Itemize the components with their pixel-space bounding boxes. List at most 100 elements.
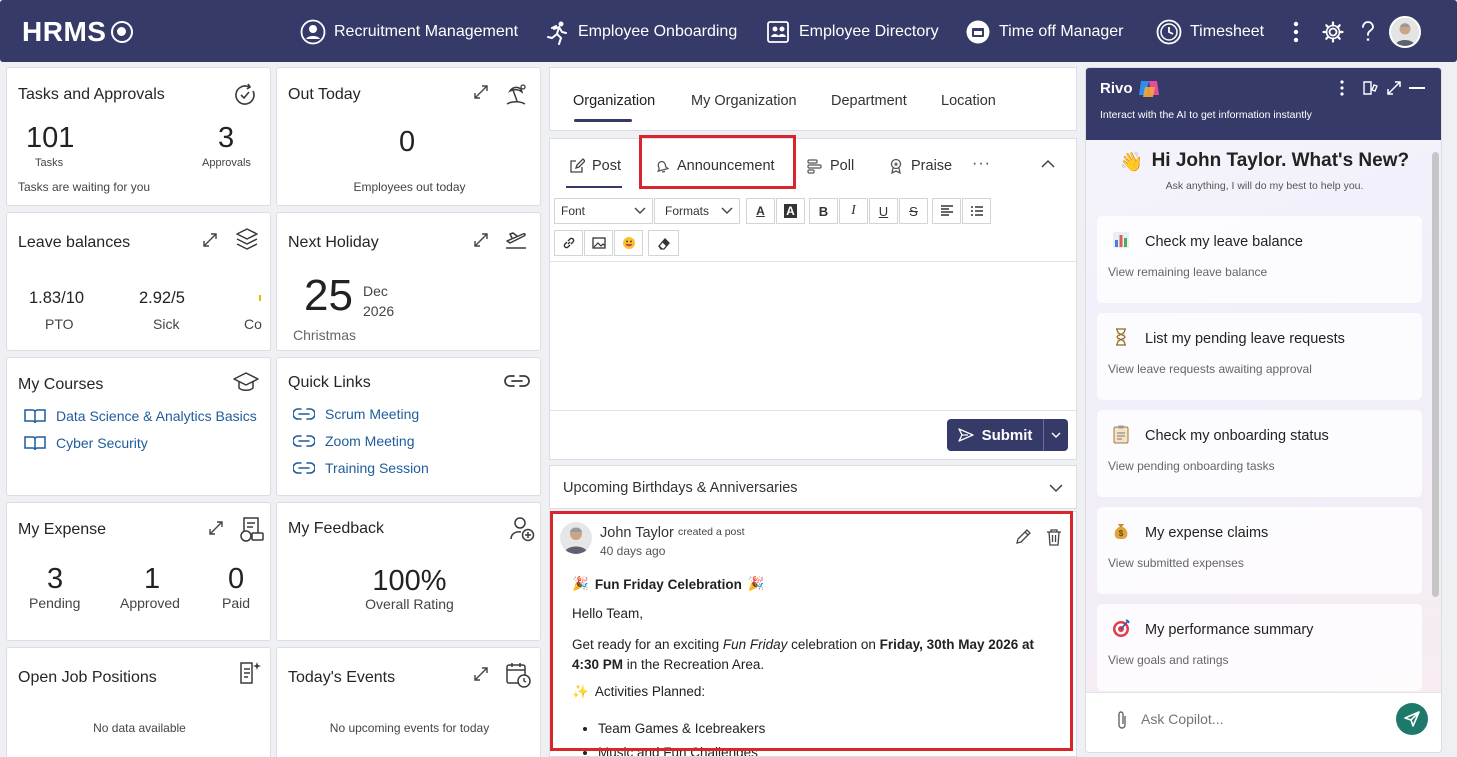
italic-button[interactable]: I [839, 198, 868, 224]
check-refresh-icon[interactable] [232, 82, 258, 108]
composer-tab-post[interactable]: Post [569, 158, 621, 174]
nav-employee-onboarding[interactable]: Employee Onboarding [544, 17, 737, 47]
tab-department[interactable]: Department [831, 93, 907, 109]
quick-link-1[interactable]: Zoom Meeting [293, 433, 414, 449]
formats-select-label: Formats [665, 204, 710, 218]
composer-tab-label: Announcement [677, 158, 775, 174]
expand-icon[interactable] [202, 232, 220, 250]
card-title: My Feedback [288, 520, 385, 537]
insert-image-button[interactable] [584, 230, 613, 256]
composer-tab-poll[interactable]: Poll [807, 158, 854, 174]
out-today-label: Employees out today [353, 180, 466, 194]
list-button[interactable] [962, 198, 991, 224]
expand-icon[interactable] [473, 232, 491, 250]
copilot-input[interactable] [1141, 707, 1381, 731]
layers-icon [234, 226, 260, 252]
gear-icon[interactable] [1321, 20, 1345, 44]
help-icon[interactable] [1356, 20, 1380, 44]
paperclip-icon[interactable] [1116, 710, 1128, 730]
quick-link-label: Training Session [325, 460, 429, 476]
underline-button[interactable]: U [869, 198, 898, 224]
quick-link-2[interactable]: Training Session [293, 460, 429, 476]
course-link-0[interactable]: Data Science & Analytics Basics [24, 408, 257, 424]
send-button[interactable] [1396, 703, 1428, 735]
tab-location[interactable]: Location [941, 93, 996, 109]
nav-time-off-manager[interactable]: Time off Manager [965, 17, 1124, 47]
suggestion-card-leave-balance[interactable]: Check my leave balance View remaining le… [1097, 216, 1422, 303]
chevron-down-icon[interactable] [1044, 432, 1068, 438]
bold-button[interactable]: B [809, 198, 838, 224]
expand-icon[interactable] [473, 84, 491, 102]
nav-label: Employee Onboarding [578, 23, 738, 40]
font-color-button[interactable]: A [746, 198, 775, 224]
minimize-icon[interactable] [1409, 87, 1425, 89]
nav-timesheet[interactable]: Timesheet [1156, 17, 1264, 47]
post-body-text: Get ready for an exciting [572, 637, 723, 652]
birthdays-anniversaries-section[interactable]: Upcoming Birthdays & Anniversaries [549, 465, 1077, 509]
post-editor[interactable] [550, 261, 1076, 411]
tab-my-organization[interactable]: My Organization [691, 93, 797, 109]
nav-label: Timesheet [1190, 23, 1265, 40]
expense-paid-count[interactable]: 0 [228, 563, 244, 596]
card-title: Today's Events [288, 669, 396, 686]
more-vertical-icon[interactable] [1284, 20, 1308, 44]
new-chat-icon[interactable] [1362, 80, 1378, 96]
font-family-select[interactable]: Font [554, 198, 653, 224]
list-item: Team Games & Icebreakers [598, 717, 765, 741]
post-author-avatar[interactable] [560, 522, 592, 554]
suggestion-card-performance[interactable]: My performance summary View goals and ra… [1097, 604, 1422, 691]
graduation-cap-icon [232, 370, 259, 396]
copilot-greeting-row: 👋 Hi John Taylor. What's New? [1086, 150, 1441, 174]
tasks-count[interactable]: 101 [26, 122, 74, 155]
align-button[interactable] [932, 198, 961, 224]
expand-icon[interactable] [208, 520, 226, 538]
leave-pto-value[interactable]: 1.83/10 [29, 289, 84, 308]
expand-icon[interactable] [473, 666, 491, 684]
expense-pending-count[interactable]: 3 [47, 563, 63, 596]
pencil-icon[interactable] [1014, 528, 1032, 546]
more-vertical-icon[interactable] [1340, 80, 1344, 96]
user-avatar[interactable] [1389, 16, 1421, 48]
leave-sick-value[interactable]: 2.92/5 [139, 289, 185, 308]
submit-label: Submit [981, 426, 1033, 444]
nav-recruitment-management[interactable]: Recruitment Management [300, 17, 518, 47]
course-link-1[interactable]: Cyber Security [24, 435, 148, 451]
open-job-positions-card: Open Job Positions No data available [6, 647, 271, 757]
approvals-count[interactable]: 3 [218, 122, 234, 155]
quick-link-0[interactable]: Scrum Meeting [293, 406, 419, 422]
insert-link-button[interactable] [554, 230, 583, 256]
suggestion-card-expense-claims[interactable]: $ My expense claims View submitted expen… [1097, 507, 1422, 594]
chevron-up-icon[interactable] [1041, 159, 1055, 169]
composer-tab-label: Praise [911, 158, 953, 174]
nav-label: Recruitment Management [334, 23, 519, 40]
formats-select[interactable]: Formats [654, 198, 740, 224]
emoji-button[interactable] [614, 230, 643, 256]
nav-employee-directory[interactable]: Employee Directory [765, 17, 939, 47]
party-popper-icon: 🎉 [747, 576, 765, 591]
holiday-year: 2026 [363, 303, 395, 319]
suggestion-card-pending-leave[interactable]: List my pending leave requests View leav… [1097, 313, 1422, 400]
post-author-name[interactable]: John Taylor [600, 525, 674, 541]
submit-button[interactable]: Submit [947, 419, 1068, 451]
more-horizontal-icon[interactable]: ··· [972, 155, 991, 173]
strikethrough-button[interactable]: S [899, 198, 928, 224]
post-greeting: Hello Team, [572, 606, 644, 621]
composer-tab-praise[interactable]: Praise [888, 158, 952, 174]
clear-format-button[interactable] [648, 230, 679, 256]
expense-approved-count[interactable]: 1 [144, 563, 160, 596]
book-icon [24, 408, 46, 424]
expand-icon[interactable] [1386, 80, 1402, 96]
app-logo[interactable]: HRMS [22, 16, 134, 48]
expense-pending-label: Pending [29, 595, 81, 611]
trash-icon[interactable] [1046, 528, 1062, 546]
font-color-icon: A [756, 204, 765, 218]
copilot-scrollbar[interactable] [1432, 152, 1439, 597]
next-holiday-card: Next Holiday 25 Dec 2026 Christmas [276, 212, 541, 351]
highlight-color-button[interactable]: A [776, 198, 805, 224]
suggestion-card-onboarding[interactable]: Check my onboarding status View pending … [1097, 410, 1422, 497]
quick-links-card: Quick Links Scrum Meeting Zoom Meeting T… [276, 357, 541, 496]
composer-tab-announcement[interactable]: Announcement [654, 158, 775, 174]
chevron-down-icon[interactable] [1049, 484, 1063, 493]
tab-organization[interactable]: Organization [573, 93, 655, 109]
submit-main[interactable]: Submit [947, 427, 1043, 444]
